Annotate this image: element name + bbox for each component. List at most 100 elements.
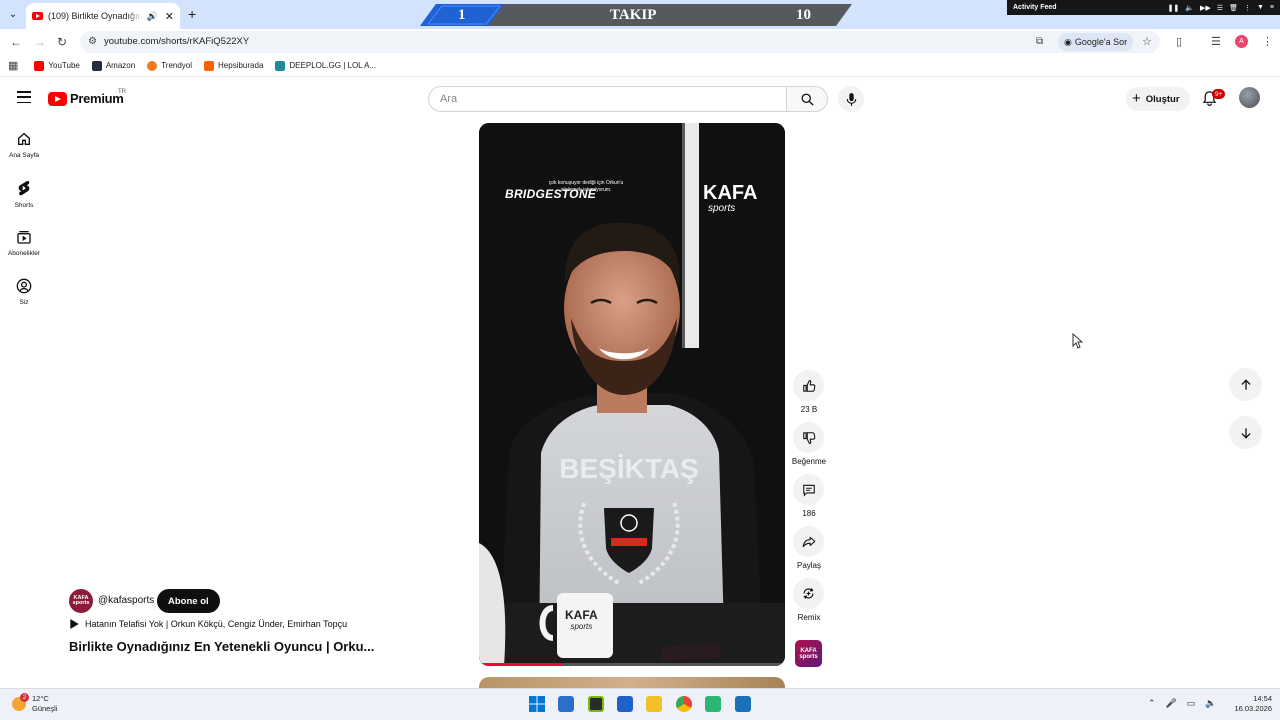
chrome-app-icon[interactable] xyxy=(676,696,692,712)
active-browser-tab[interactable]: (109) Birlikte Oynadığınız En Yetenekli … xyxy=(26,3,180,29)
outlook-app-icon[interactable] xyxy=(617,696,633,712)
channel-handle[interactable]: @kafasports xyxy=(98,595,154,606)
pause-icon[interactable]: ❚❚ xyxy=(1168,4,1180,12)
subscriptions-icon xyxy=(17,231,31,244)
nvidia-app-icon[interactable] xyxy=(588,696,604,712)
bookmark-youtube[interactable]: YouTube xyxy=(34,60,80,71)
guide-item-home[interactable]: Ana Sayfa xyxy=(4,131,44,159)
microphone-tray-icon[interactable]: 🎤 xyxy=(1166,698,1177,709)
browser-menu-icon[interactable]: ⋮ xyxy=(1262,35,1273,48)
tab-search-chevron-icon[interactable]: ⌄ xyxy=(4,5,22,23)
menu-icon[interactable]: ⋮ xyxy=(1244,4,1251,12)
activity-feed-bar: Activity Feed ❚❚ 🔈 ▶▶ ☰ 🗑 ⋮ ▼ ≡ xyxy=(1007,0,1280,15)
channel-avatar[interactable]: KAFA sports xyxy=(69,589,93,613)
subscribe-button[interactable]: Abone ol xyxy=(157,589,220,613)
svg-text:BEŞİKTAŞ: BEŞİKTAŞ xyxy=(559,453,699,484)
thumbs-down-icon xyxy=(802,431,815,444)
video-progress-bar[interactable] xyxy=(479,663,785,666)
search-button[interactable] xyxy=(786,86,828,112)
comments-button[interactable] xyxy=(793,474,824,505)
microphone-icon xyxy=(846,92,856,106)
bookmark-label: Trendyol xyxy=(161,61,193,70)
guide-label: Abonelikler xyxy=(7,250,41,257)
google-ask-button[interactable]: ◉ Google'a Sor xyxy=(1058,33,1134,51)
guide-item-shorts[interactable]: Shorts xyxy=(4,180,44,209)
search-placeholder: Ara xyxy=(440,93,458,105)
takip-label: TAKIP xyxy=(610,7,657,23)
android-app-icon[interactable] xyxy=(705,696,721,712)
thumbs-up-icon xyxy=(802,379,815,392)
short-title[interactable]: Birlikte Oynadığınız En Yetenekli Oyuncu… xyxy=(69,639,374,654)
deeplol-bookmark-icon xyxy=(275,60,286,71)
dislike-button[interactable] xyxy=(793,422,824,453)
remix-button[interactable] xyxy=(793,578,824,609)
app-icon-blue[interactable] xyxy=(735,696,751,712)
like-count: 23 B xyxy=(800,405,818,414)
reading-list-icon[interactable]: ☰ xyxy=(1211,35,1221,48)
filter-icon[interactable]: ▼ xyxy=(1257,4,1264,12)
volume-icon[interactable]: 🔈 xyxy=(1185,4,1194,12)
sound-source-thumbnail[interactable]: KAFA sports xyxy=(795,640,822,667)
bookmark-amazon[interactable]: Amazon xyxy=(91,60,135,71)
takip-left-number: 1 xyxy=(458,7,466,23)
address-bar[interactable]: ⚙ youtube.com/shorts/rKAFiQ522XY ⧉ ◉ Goo… xyxy=(80,31,1160,53)
back-arrow-icon[interactable]: ← xyxy=(10,35,22,49)
list-icon[interactable]: ☰ xyxy=(1217,4,1223,12)
shorts-video-player[interactable]: BEŞİKTAŞ çok konuşuyor dediği için Orkun… xyxy=(479,123,785,666)
install-app-icon[interactable]: ⧉ xyxy=(1036,36,1043,47)
voice-search-button[interactable] xyxy=(838,86,864,112)
logo-text: Premium xyxy=(70,91,124,106)
weather-widget[interactable]: 12°C Güneşli xyxy=(12,694,57,714)
taskbar-clock[interactable]: 14:54 16.03.2026 xyxy=(1226,694,1272,714)
youtube-premium-logo[interactable]: Premium xyxy=(48,91,124,106)
kafa-sports-logo-sub: sports xyxy=(708,203,736,214)
tab-audio-icon[interactable]: 🔊 xyxy=(147,11,158,22)
youtube-bookmark-icon xyxy=(34,60,45,71)
skip-icon[interactable]: ▶▶ xyxy=(1200,4,1211,12)
previous-short-button[interactable] xyxy=(1229,368,1262,401)
bookmark-hepsiburada[interactable]: Hepsiburada xyxy=(204,60,264,71)
dislike-label: Beğenme xyxy=(791,457,827,466)
guide-item-subscriptions[interactable]: Abonelikler xyxy=(4,229,44,257)
search-input[interactable]: Ara xyxy=(428,86,786,112)
profile-avatar[interactable]: A xyxy=(1235,35,1248,48)
window-menu-icon[interactable]: ≡ xyxy=(1270,4,1274,12)
like-button[interactable] xyxy=(793,370,824,401)
guide-item-you[interactable]: Siz xyxy=(4,278,44,306)
share-button[interactable] xyxy=(793,526,824,557)
site-info-icon[interactable]: ⚙ xyxy=(88,36,97,47)
country-code: TR xyxy=(118,89,126,95)
clock-date: 16.03.2026 xyxy=(1234,704,1272,713)
reload-icon[interactable]: ↻ xyxy=(57,35,67,49)
bookmark-deeplol[interactable]: DEEPLOL.GG | LOL A... xyxy=(275,60,376,71)
display-tray-icon[interactable]: ▭ xyxy=(1187,698,1196,709)
bookmark-star-icon[interactable]: ☆ xyxy=(1142,35,1152,48)
windows-logo-icon xyxy=(529,696,545,712)
next-short-button[interactable] xyxy=(1229,416,1262,449)
comment-count: 186 xyxy=(802,509,816,518)
home-icon xyxy=(18,132,30,145)
create-button[interactable]: + Oluştur xyxy=(1126,87,1190,111)
extensions-icon[interactable]: ▯ xyxy=(1176,35,1182,48)
trash-icon[interactable]: 🗑 xyxy=(1229,4,1238,12)
tab-close-icon[interactable]: ✕ xyxy=(165,10,174,23)
play-icon xyxy=(70,619,79,629)
store-app-icon[interactable] xyxy=(558,696,574,712)
bookmark-label: Hepsiburada xyxy=(218,61,264,70)
windows-start-icon[interactable] xyxy=(529,696,545,712)
chevron-up-icon[interactable]: ⌃ xyxy=(1148,698,1156,709)
guide-label: Ana Sayfa xyxy=(9,152,39,159)
speaker-tray-icon[interactable]: 🔈 xyxy=(1205,698,1216,709)
shorts-icon xyxy=(18,181,30,196)
guide-menu-icon[interactable] xyxy=(17,91,31,103)
music-link[interactable]: Hatanın Telafisi Yok | Orkun Kökçü, Ceng… xyxy=(70,619,347,629)
account-avatar[interactable] xyxy=(1239,87,1260,108)
url-text[interactable]: youtube.com/shorts/rKAFiQ522XY xyxy=(104,36,249,47)
apps-grid-icon[interactable]: ▦ xyxy=(8,59,18,72)
video-progress-fill xyxy=(479,663,562,666)
forward-arrow-icon[interactable]: → xyxy=(34,35,46,49)
bookmarks-bar: ▦ YouTube Amazon Trendyol Hepsiburada DE… xyxy=(0,55,1280,77)
file-explorer-icon[interactable] xyxy=(646,696,662,712)
bookmark-trendyol[interactable]: Trendyol xyxy=(147,60,193,71)
new-tab-plus-icon[interactable]: + xyxy=(188,6,196,22)
